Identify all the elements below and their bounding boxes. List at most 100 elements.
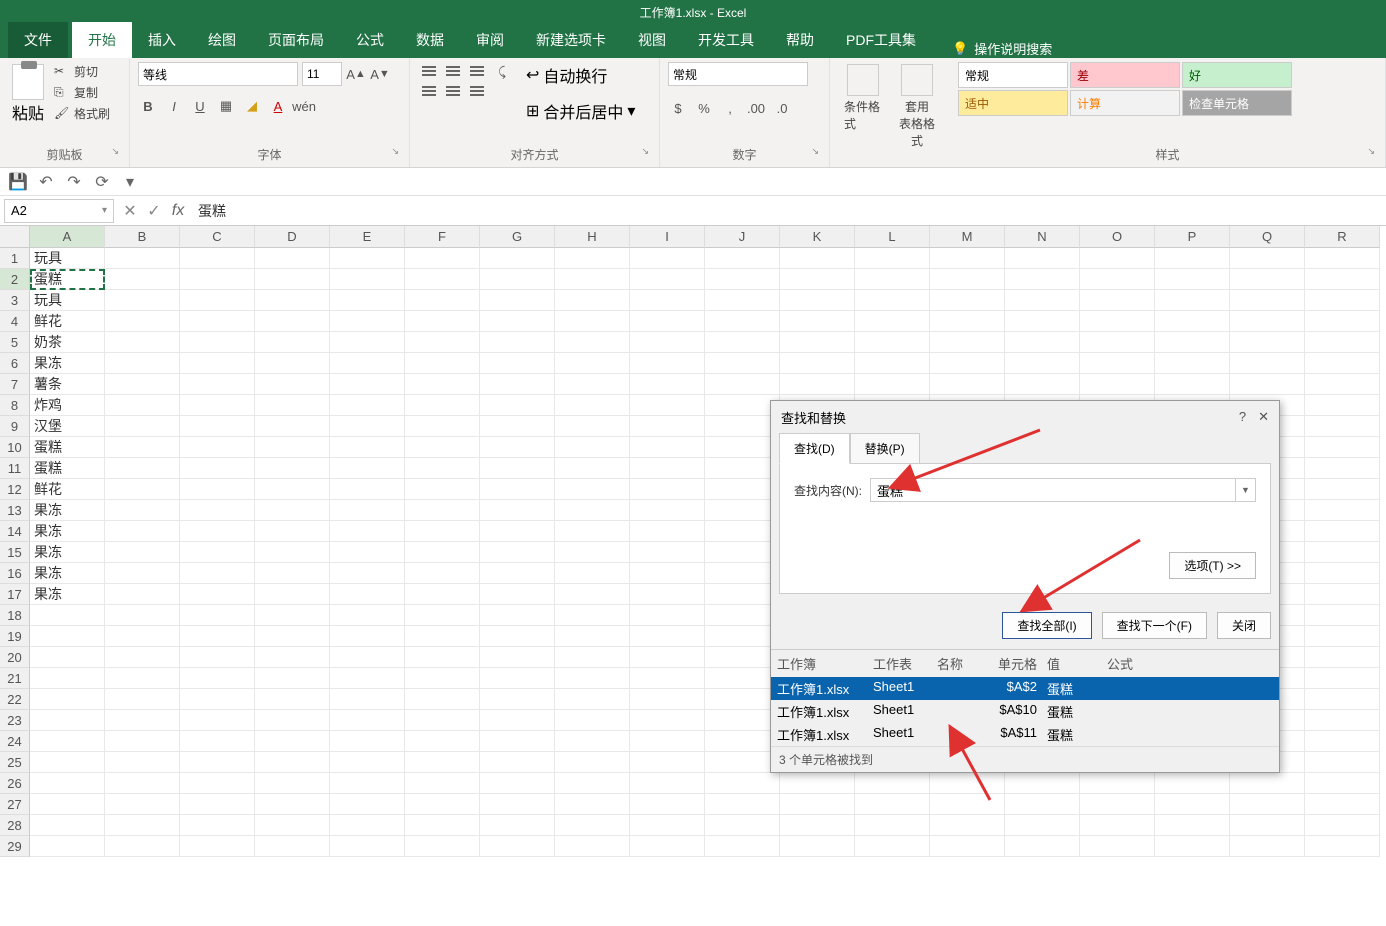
cell-E27[interactable]	[330, 794, 405, 815]
cell-C27[interactable]	[180, 794, 255, 815]
dialog-title-bar[interactable]: 查找和替换 ? ✕	[771, 401, 1279, 433]
cell-P2[interactable]	[1155, 269, 1230, 290]
row-header-13[interactable]: 13	[0, 500, 30, 521]
cell-A4[interactable]: 鲜花	[30, 311, 105, 332]
cell-E26[interactable]	[330, 773, 405, 794]
cell-M4[interactable]	[930, 311, 1005, 332]
cell-L3[interactable]	[855, 290, 930, 311]
cell-C28[interactable]	[180, 815, 255, 836]
cell-F28[interactable]	[405, 815, 480, 836]
cell-G15[interactable]	[480, 542, 555, 563]
cell-M6[interactable]	[930, 353, 1005, 374]
tab-dev[interactable]: 开发工具	[682, 22, 770, 58]
cell-F18[interactable]	[405, 605, 480, 626]
font-name-select[interactable]	[138, 62, 298, 86]
cell-R26[interactable]	[1305, 773, 1380, 794]
cell-D2[interactable]	[255, 269, 330, 290]
cell-H6[interactable]	[555, 353, 630, 374]
font-color-button[interactable]: A	[268, 96, 288, 116]
cell-R1[interactable]	[1305, 248, 1380, 269]
merge-center-button[interactable]: ⊞ 合并后居中 ▾	[524, 98, 637, 124]
cell-J19[interactable]	[705, 626, 780, 647]
cell-M5[interactable]	[930, 332, 1005, 353]
number-format-select[interactable]	[668, 62, 808, 86]
cell-L2[interactable]	[855, 269, 930, 290]
cell-C15[interactable]	[180, 542, 255, 563]
cell-A19[interactable]	[30, 626, 105, 647]
find-dropdown-button[interactable]: ▼	[1236, 478, 1256, 502]
cell-R13[interactable]	[1305, 500, 1380, 521]
cell-K3[interactable]	[780, 290, 855, 311]
cell-H22[interactable]	[555, 689, 630, 710]
cell-C12[interactable]	[180, 479, 255, 500]
cell-A12[interactable]: 鲜花	[30, 479, 105, 500]
cell-L4[interactable]	[855, 311, 930, 332]
cell-D1[interactable]	[255, 248, 330, 269]
wrap-text-button[interactable]: ↩ 自动换行	[524, 62, 637, 88]
cell-D16[interactable]	[255, 563, 330, 584]
cell-I17[interactable]	[630, 584, 705, 605]
cell-P3[interactable]	[1155, 290, 1230, 311]
cell-C4[interactable]	[180, 311, 255, 332]
options-button[interactable]: 选项(T) >>	[1169, 552, 1256, 579]
cell-H7[interactable]	[555, 374, 630, 395]
col-header-L[interactable]: L	[855, 226, 930, 248]
cell-R23[interactable]	[1305, 710, 1380, 731]
cell-I6[interactable]	[630, 353, 705, 374]
cell-D17[interactable]	[255, 584, 330, 605]
cell-J28[interactable]	[705, 815, 780, 836]
cell-K29[interactable]	[780, 836, 855, 857]
cell-G23[interactable]	[480, 710, 555, 731]
cell-N26[interactable]	[1005, 773, 1080, 794]
cell-D22[interactable]	[255, 689, 330, 710]
cell-F15[interactable]	[405, 542, 480, 563]
cell-E25[interactable]	[330, 752, 405, 773]
col-header-G[interactable]: G	[480, 226, 555, 248]
cell-J15[interactable]	[705, 542, 780, 563]
cell-A2[interactable]: 蛋糕	[30, 269, 105, 290]
cell-J2[interactable]	[705, 269, 780, 290]
cell-M26[interactable]	[930, 773, 1005, 794]
cell-G16[interactable]	[480, 563, 555, 584]
row-header-9[interactable]: 9	[0, 416, 30, 437]
cell-A6[interactable]: 果冻	[30, 353, 105, 374]
cell-H11[interactable]	[555, 458, 630, 479]
cell-C11[interactable]	[180, 458, 255, 479]
cell-F2[interactable]	[405, 269, 480, 290]
cell-B3[interactable]	[105, 290, 180, 311]
cell-J16[interactable]	[705, 563, 780, 584]
cell-H12[interactable]	[555, 479, 630, 500]
cell-B8[interactable]	[105, 395, 180, 416]
cell-D13[interactable]	[255, 500, 330, 521]
cell-E17[interactable]	[330, 584, 405, 605]
cell-A20[interactable]	[30, 647, 105, 668]
cell-R28[interactable]	[1305, 815, 1380, 836]
cell-J5[interactable]	[705, 332, 780, 353]
cell-D20[interactable]	[255, 647, 330, 668]
row-header-21[interactable]: 21	[0, 668, 30, 689]
cell-B15[interactable]	[105, 542, 180, 563]
cell-M7[interactable]	[930, 374, 1005, 395]
cell-E15[interactable]	[330, 542, 405, 563]
cell-L29[interactable]	[855, 836, 930, 857]
cell-I23[interactable]	[630, 710, 705, 731]
cell-J18[interactable]	[705, 605, 780, 626]
cell-A9[interactable]: 汉堡	[30, 416, 105, 437]
cell-J22[interactable]	[705, 689, 780, 710]
cell-F24[interactable]	[405, 731, 480, 752]
cell-C24[interactable]	[180, 731, 255, 752]
cell-I19[interactable]	[630, 626, 705, 647]
cell-R3[interactable]	[1305, 290, 1380, 311]
cell-D14[interactable]	[255, 521, 330, 542]
style-neutral[interactable]: 适中	[958, 90, 1068, 116]
cell-E22[interactable]	[330, 689, 405, 710]
cell-C7[interactable]	[180, 374, 255, 395]
cell-K1[interactable]	[780, 248, 855, 269]
cell-D18[interactable]	[255, 605, 330, 626]
cell-O26[interactable]	[1080, 773, 1155, 794]
name-box[interactable]: A2	[4, 199, 114, 223]
cell-K6[interactable]	[780, 353, 855, 374]
cell-O6[interactable]	[1080, 353, 1155, 374]
cell-C19[interactable]	[180, 626, 255, 647]
row-header-19[interactable]: 19	[0, 626, 30, 647]
